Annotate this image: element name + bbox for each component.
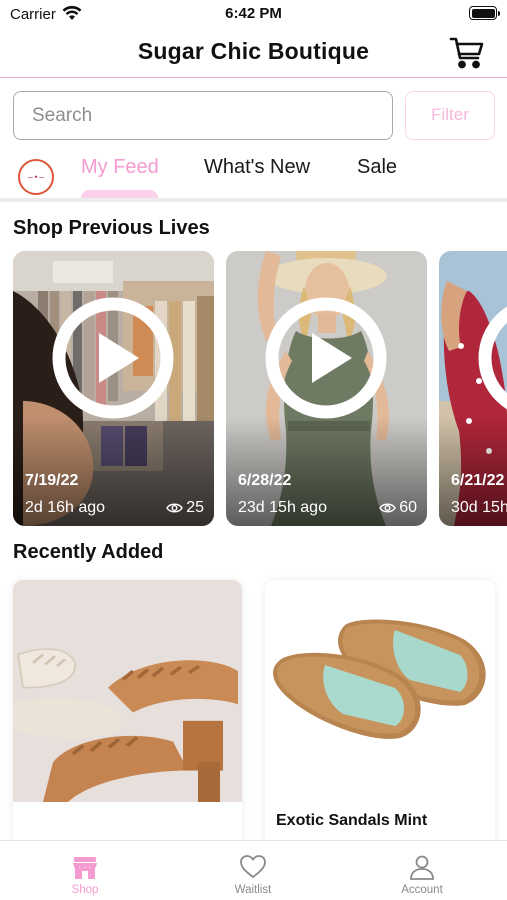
tab-sale[interactable]: Sale: [357, 156, 397, 179]
play-icon[interactable]: [478, 297, 507, 419]
live-date: 7/19/22: [25, 472, 79, 489]
live-date: 6/28/22: [238, 472, 292, 489]
live-time-ago: 2d 16h ago: [25, 499, 106, 516]
page-title: Sugar Chic Boutique: [137, 38, 370, 64]
product-image-braided-sandals: [13, 580, 242, 802]
product-card[interactable]: [13, 580, 242, 848]
live-time-ago: 30d 15h ago: [451, 499, 507, 516]
live-views: 60: [379, 499, 417, 517]
logo-script: ~•~: [26, 172, 46, 182]
play-icon[interactable]: [52, 297, 174, 419]
eye-icon: [166, 503, 184, 513]
app-header: Sugar Chic Boutique: [0, 30, 507, 78]
tab-my-feed[interactable]: My Feed: [81, 156, 159, 179]
tabbar-label: Waitlist: [234, 884, 272, 896]
product-name: Exotic Sandals Mint: [276, 812, 428, 829]
previous-lives-carousel[interactable]: 7/19/22 2d 16h ago 25 6/28/22 23d 15h ag…: [13, 251, 507, 526]
tabbar-item-account[interactable]: Account: [362, 841, 482, 900]
heart-icon: [240, 855, 266, 879]
live-views: 25: [166, 499, 204, 517]
tabbar-label: Account: [401, 884, 443, 896]
live-date: 6/21/22: [451, 472, 505, 489]
eye-icon: [379, 503, 397, 513]
play-icon[interactable]: [265, 297, 387, 419]
live-card[interactable]: 7/19/22 2d 16h ago 25: [13, 251, 214, 526]
search-input[interactable]: [13, 91, 393, 140]
status-bar: Carrier 6:42 PM: [0, 0, 507, 30]
product-card[interactable]: Exotic Sandals Mint: [265, 580, 495, 848]
tabs-divider: [0, 198, 507, 202]
live-card[interactable]: 6/28/22 23d 15h ago 60: [226, 251, 427, 526]
live-card[interactable]: 6/21/22 30d 15h ago: [439, 251, 507, 526]
tab-whats-new[interactable]: What's New: [204, 156, 310, 179]
live-view-count: 25: [186, 499, 204, 516]
tabbar-label: Shop: [71, 884, 99, 896]
bottom-tab-bar: Shop Waitlist Account: [0, 840, 507, 900]
tabbar-item-shop[interactable]: Shop: [25, 841, 145, 900]
section-title-recently-added: Recently Added: [13, 541, 164, 563]
live-view-count: 60: [399, 499, 417, 516]
active-tab-indicator: [81, 190, 158, 198]
boutique-logo[interactable]: ~•~: [18, 159, 54, 195]
battery-icon: [469, 6, 500, 20]
live-time-ago: 23d 15h ago: [238, 499, 327, 516]
cart-icon[interactable]: [449, 36, 485, 70]
clock: 6:42 PM: [225, 5, 282, 22]
product-image-mint-sandals: [265, 580, 495, 802]
tabbar-item-waitlist[interactable]: Waitlist: [193, 841, 313, 900]
store-icon: [73, 857, 97, 879]
section-title-previous-lives: Shop Previous Lives: [13, 217, 210, 239]
person-icon: [410, 855, 434, 880]
filter-button[interactable]: Filter: [405, 91, 495, 140]
